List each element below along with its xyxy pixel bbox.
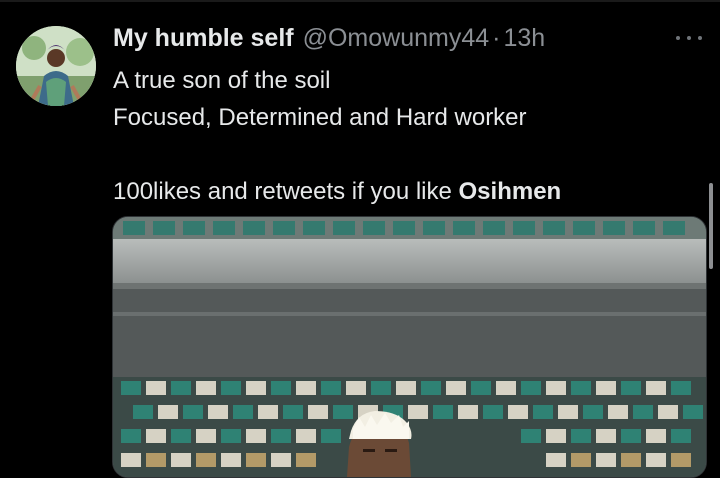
avatar-image <box>16 26 96 106</box>
separator-dot: · <box>492 24 501 52</box>
tweet-line: 100likes and retweets if you like Osihme… <box>113 173 703 210</box>
tweet-text: A true son of the soil Focused, Determin… <box>113 62 703 210</box>
tweet-header: My humble self @Omowunmy44 · 13h <box>113 24 545 58</box>
tweet-line: Focused, Determined and Hard worker <box>113 104 527 131</box>
tweet-media-photo[interactable] <box>112 216 707 478</box>
mention-bold: Osihmen <box>458 178 562 205</box>
top-divider <box>0 0 720 2</box>
tweet-time[interactable]: 13h <box>503 24 545 53</box>
stadium-photo <box>113 217 706 477</box>
more-horizontal-icon[interactable] <box>676 28 702 48</box>
tweet-line: A true son of the soil <box>113 67 331 94</box>
cta-text: 100likes and retweets if you like <box>113 178 459 205</box>
author-handle[interactable]: @Omowunmy44 <box>303 24 490 53</box>
more-dot <box>698 36 702 40</box>
author-name[interactable]: My humble self <box>113 24 294 53</box>
scrollbar-thumb[interactable] <box>709 183 713 269</box>
more-dot <box>676 36 680 40</box>
avatar[interactable] <box>16 26 96 106</box>
more-dot <box>687 36 691 40</box>
